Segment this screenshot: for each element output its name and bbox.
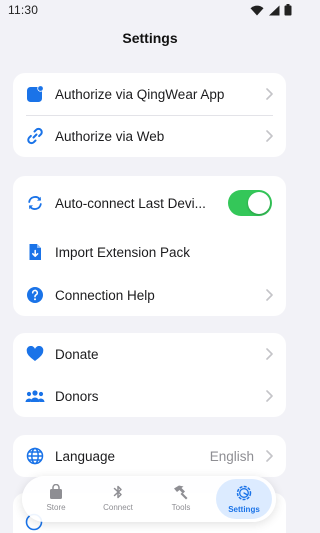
- chevron-right-icon: [264, 288, 274, 302]
- import-extension-label: Import Extension Pack: [55, 244, 191, 260]
- battery-icon: [284, 4, 292, 16]
- cellular-signal-icon: [269, 5, 280, 15]
- tab-settings[interactable]: Settings: [216, 479, 272, 519]
- app-badge-icon: [25, 84, 45, 104]
- tab-connect[interactable]: Connect: [90, 479, 146, 519]
- connection-card: Auto-connect Last Devi... Import Extensi…: [13, 176, 286, 316]
- chevron-right-icon: [264, 449, 274, 463]
- donate-label: Donate: [55, 346, 99, 362]
- authorize-web-row[interactable]: Authorize via Web: [13, 115, 286, 157]
- donors-row[interactable]: Donors: [13, 375, 286, 417]
- language-row[interactable]: Language English: [13, 435, 286, 477]
- authorization-card: Authorize via QingWear App Authorize via…: [13, 73, 286, 157]
- chevron-right-icon: [264, 389, 274, 403]
- sync-icon: [25, 193, 45, 213]
- support-card: Donate Donors: [13, 333, 286, 417]
- import-extension-row[interactable]: Import Extension Pack: [13, 231, 286, 273]
- bluetooth-icon: [113, 485, 122, 499]
- toggle-knob: [248, 192, 270, 214]
- connection-help-label: Connection Help: [55, 287, 155, 303]
- status-time: 11:30: [8, 3, 39, 17]
- tab-connect-label: Connect: [103, 503, 133, 512]
- settings-icon: [236, 485, 252, 501]
- language-value: English: [209, 448, 254, 464]
- wifi-icon: [250, 5, 264, 15]
- donate-row[interactable]: Donate: [13, 333, 286, 375]
- auto-connect-toggle[interactable]: [228, 190, 272, 216]
- authorize-app-row[interactable]: Authorize via QingWear App: [13, 73, 286, 115]
- globe-icon: [25, 446, 45, 466]
- help-icon: [25, 285, 45, 305]
- hammer-icon: [174, 485, 188, 500]
- people-icon: [25, 386, 45, 406]
- tab-bar: Store Connect Tools Settings: [22, 476, 276, 522]
- auto-connect-label: Auto-connect Last Devi...: [55, 195, 206, 211]
- language-card: Language English: [13, 435, 286, 477]
- tab-tools[interactable]: Tools: [153, 479, 209, 519]
- store-icon: [50, 484, 62, 499]
- tab-settings-label: Settings: [228, 505, 260, 514]
- tab-store[interactable]: Store: [28, 479, 84, 519]
- status-bar: 11:30: [0, 0, 300, 20]
- chevron-right-icon: [264, 129, 274, 143]
- connection-help-row[interactable]: Connection Help: [13, 274, 286, 316]
- authorize-app-label: Authorize via QingWear App: [55, 86, 225, 102]
- chevron-right-icon: [264, 347, 274, 361]
- link-icon: [25, 126, 45, 146]
- file-import-icon: [25, 242, 45, 262]
- tab-tools-label: Tools: [171, 503, 191, 512]
- authorize-web-label: Authorize via Web: [55, 128, 165, 144]
- heart-icon: [25, 344, 45, 364]
- auto-connect-row: Auto-connect Last Devi...: [13, 182, 286, 224]
- chevron-right-icon: [264, 87, 274, 101]
- language-label: Language: [55, 448, 116, 464]
- donors-label: Donors: [55, 388, 99, 404]
- page-title: Settings: [122, 30, 178, 46]
- status-icons: [250, 4, 292, 16]
- tab-store-label: Store: [46, 503, 66, 512]
